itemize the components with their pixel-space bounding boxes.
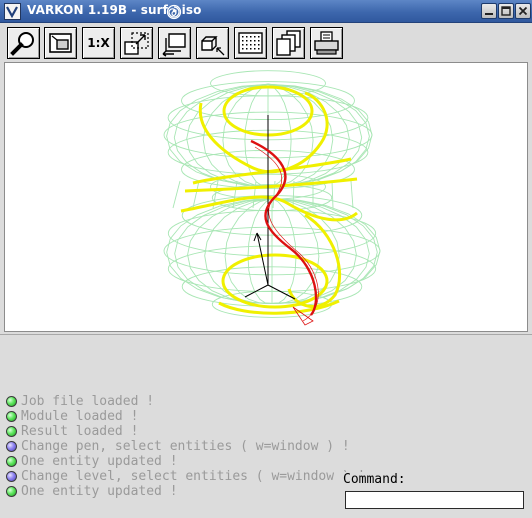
wireframe-edge [172, 180, 181, 209]
magnifier-icon [10, 32, 34, 56]
perspective-button[interactable] [196, 27, 229, 59]
close-icon [518, 6, 528, 16]
message-text: One entity updated ! [21, 454, 178, 469]
message-text: One entity updated ! [21, 484, 178, 499]
status-ok-icon [6, 486, 17, 497]
enlarge-icon [124, 32, 149, 55]
status-ok-icon [6, 456, 17, 467]
printer-icon [314, 31, 339, 55]
status-ok-icon [6, 396, 17, 407]
graphics-viewport[interactable] [4, 62, 528, 332]
grid-button[interactable] [234, 27, 267, 59]
print-button[interactable] [310, 27, 343, 59]
iso-surface-scene[interactable] [5, 63, 527, 331]
status-prompt-icon [6, 471, 17, 482]
scale-1-x-label: 1:X [87, 36, 110, 50]
previous-view-icon [162, 33, 186, 57]
wireframe-edge [350, 180, 354, 209]
auto-scale-icon [49, 33, 72, 53]
maximize-button[interactable] [498, 3, 514, 19]
grid-icon [238, 32, 263, 54]
message-text: Change level, select entities ( w=window… [21, 469, 366, 484]
iso-curve [221, 253, 329, 309]
status-ok-icon [6, 411, 17, 422]
close-button[interactable] [515, 3, 531, 19]
scale-1-x-button[interactable]: 1:X [82, 27, 115, 59]
maximize-icon [501, 6, 511, 16]
enlarge-button[interactable] [120, 27, 153, 59]
status-prompt-icon [6, 441, 17, 452]
duplicate-windows-icon [276, 30, 301, 56]
minimize-button[interactable] [481, 3, 497, 19]
status-ok-icon [6, 426, 17, 437]
previous-view-button[interactable] [158, 27, 191, 59]
message-text: Job file loaded ! [21, 394, 155, 409]
command-label: Command: [343, 472, 408, 487]
wireframe-edge [331, 180, 334, 209]
message-text: Result loaded ! [21, 424, 139, 439]
zoom-button[interactable] [7, 27, 40, 59]
duplicate-window-button[interactable] [272, 27, 305, 59]
swirl-icon [166, 4, 182, 20]
message-text: Module loaded ! [21, 409, 139, 424]
command-input[interactable] [345, 491, 524, 509]
minimize-icon [485, 13, 493, 15]
title-bar[interactable]: VARKON 1.19B - surf - iso [0, 0, 532, 23]
varkon-v-icon[interactable] [4, 3, 21, 20]
auto-scale-button[interactable] [44, 27, 77, 59]
axis-arrow [256, 232, 269, 286]
toolbar: 1:X [0, 23, 532, 62]
perspective-icon [201, 36, 225, 56]
message-text: Change pen, select entities ( w=window )… [21, 439, 350, 454]
